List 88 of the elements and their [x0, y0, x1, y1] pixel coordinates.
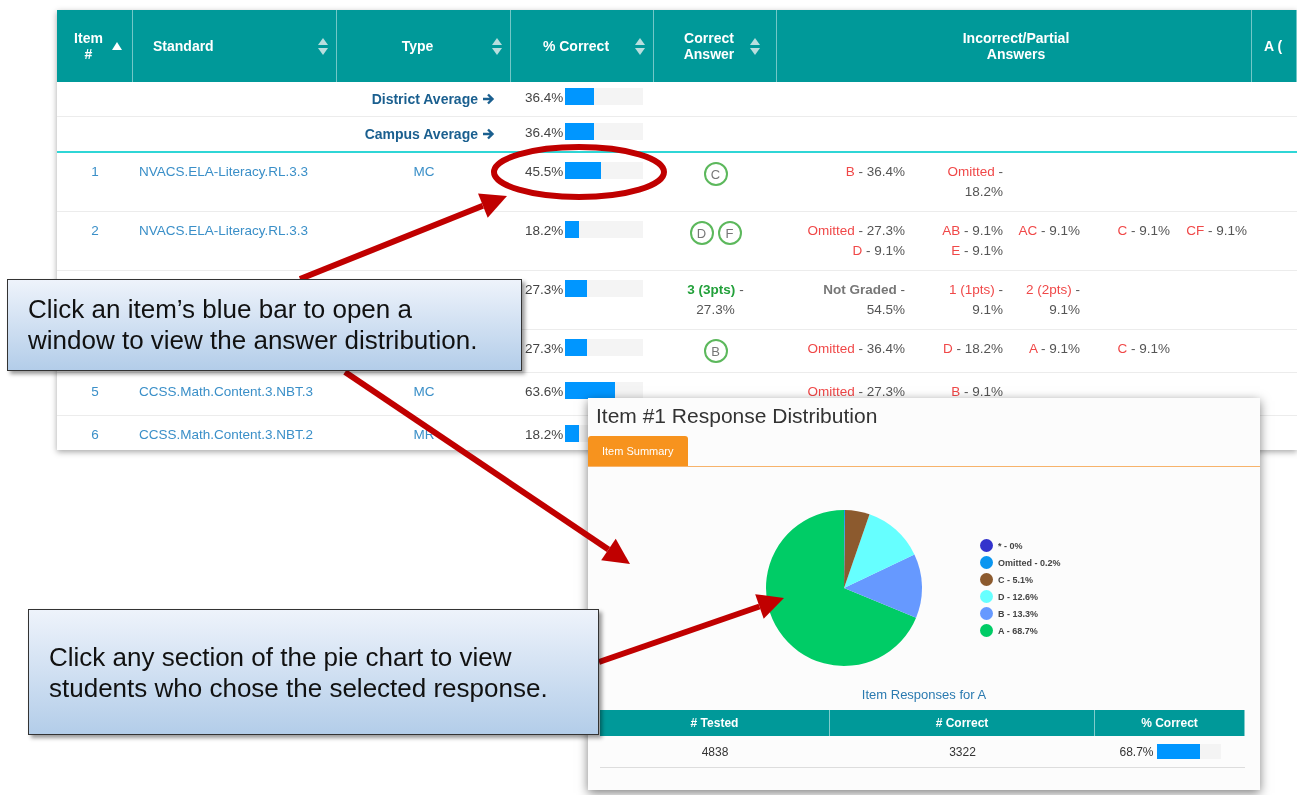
- answer-share: Omitted - 27.3%: [806, 383, 905, 401]
- chart-caption: Item Responses for A: [860, 687, 988, 702]
- pie-slice[interactable]: [844, 554, 922, 618]
- column-header: # Tested: [600, 710, 830, 736]
- standard-link[interactable]: CCSS.Math.Content.3.NBT.2: [139, 425, 314, 445]
- legend-label: Omitted - 0.2%: [998, 557, 1061, 568]
- item-type: MC: [413, 163, 435, 181]
- answer-share: D - 18.2%: [941, 340, 1003, 358]
- column-header: A (: [1252, 10, 1297, 82]
- answer-share: 2 (2pts) - 9.1%: [1024, 281, 1080, 319]
- pie-slice[interactable]: [844, 514, 915, 588]
- percent-value: 45.5%: [525, 163, 564, 181]
- standard-link[interactable]: NVACS.ELA-Literacy.RL.3.3: [139, 221, 309, 241]
- percent-bar-track[interactable]: [565, 280, 644, 297]
- percent-value: 27.3%: [525, 281, 564, 299]
- answer-share: A - 9.1%: [1027, 340, 1080, 358]
- answer-share: AC - 9.1%: [1017, 222, 1080, 240]
- legend-label: * - 0%: [998, 540, 1023, 551]
- percent-bar-track[interactable]: [565, 221, 644, 238]
- column-header: # Correct: [830, 710, 1095, 736]
- right-arrow-icon: [482, 128, 495, 140]
- percent-bar-track[interactable]: [565, 88, 644, 105]
- answer-share: B - 36.4%: [844, 163, 905, 181]
- answer-share: C - 9.1%: [1116, 222, 1170, 240]
- column-header: Incorrect/Partial Answers: [777, 10, 1252, 82]
- percent-value: 36.4%: [525, 89, 564, 107]
- column-header[interactable]: % Correct: [511, 10, 654, 82]
- correct-answer-circle: B: [703, 339, 728, 363]
- legend-label: C - 5.1%: [998, 574, 1033, 585]
- answer-share: E - 9.1%: [950, 242, 1003, 260]
- percent-bar-fill[interactable]: [565, 425, 580, 442]
- standard-link[interactable]: CCSS.Math.Content.3.NBT.3: [139, 382, 314, 402]
- percent-value: 36.4%: [525, 124, 564, 142]
- column-header[interactable]: Standard: [133, 10, 337, 82]
- answer-share: 1 (1pts) - 9.1%: [947, 281, 1003, 319]
- item-number-link[interactable]: 5: [91, 382, 99, 402]
- item-number-link[interactable]: 6: [91, 425, 99, 445]
- answer-share: C - 9.1%: [1116, 340, 1170, 358]
- stat-value: 4838: [701, 744, 729, 759]
- window-title: Item #1 Response Distribution: [595, 404, 879, 429]
- item-number-link[interactable]: 2: [91, 221, 99, 241]
- percent-bar-track[interactable]: [565, 123, 644, 140]
- answer-share: CF - 9.1%: [1185, 222, 1247, 240]
- sort-ascending-icon[interactable]: [111, 42, 122, 50]
- correct-answer-circle: F: [717, 221, 742, 245]
- percent-bar-fill[interactable]: [565, 382, 615, 399]
- sort-icon[interactable]: [750, 37, 760, 55]
- correct-answer-circle: D: [689, 221, 714, 245]
- answer-share: Not Graded - 54.5%: [822, 281, 905, 319]
- callout-text: Click an item’s blue bar to open a window to view the answer distribution.: [28, 294, 479, 356]
- percent-bar-track[interactable]: [565, 382, 644, 399]
- pie-slice[interactable]: [844, 510, 870, 588]
- legend-label: B - 13.3%: [998, 608, 1039, 619]
- average-link[interactable]: District Average: [371, 89, 478, 109]
- column-header[interactable]: Correct Answer: [654, 10, 777, 82]
- sort-icon[interactable]: [318, 37, 328, 55]
- percent-bar-fill[interactable]: [565, 221, 580, 238]
- percent-bar-track[interactable]: [565, 162, 644, 179]
- sort-icon[interactable]: [635, 37, 645, 55]
- percent-value: 63.6%: [525, 383, 564, 401]
- item-type: MC: [413, 383, 435, 401]
- answer-share: Omitted - 18.2%: [946, 163, 1003, 201]
- percent-bar-track[interactable]: [565, 339, 644, 356]
- percent-value: 18.2%: [525, 426, 564, 444]
- answer-share: D - 9.1%: [851, 242, 905, 260]
- column-header[interactable]: Type: [337, 10, 511, 82]
- average-link[interactable]: Campus Average: [364, 124, 478, 144]
- percent-value: 18.2%: [525, 222, 564, 240]
- callout-text: Click any section of the pie chart to view students who chose the selected response.: [49, 642, 549, 704]
- column-header: % Correct: [1095, 710, 1245, 736]
- legend-label: D - 12.6%: [998, 591, 1039, 602]
- answer-share: B - 9.1%: [950, 383, 1003, 401]
- right-arrow-icon: [482, 93, 495, 105]
- answer-share: Omitted - 27.3%: [806, 222, 905, 240]
- column-header[interactable]: Item #: [57, 10, 133, 82]
- item-number-link[interactable]: 1: [91, 162, 99, 182]
- standard-link[interactable]: NVACS.ELA-Literacy.RL.3.3: [139, 162, 309, 182]
- answer-share: Omitted - 36.4%: [806, 340, 905, 358]
- correct-answer-circle: C: [703, 162, 728, 186]
- stat-value: 68.7%: [1119, 744, 1154, 759]
- stat-value: 3322: [949, 744, 976, 759]
- correct-answer-share: 3 (3pts) - 27.3%: [686, 281, 745, 319]
- legend-label: A - 68.7%: [998, 625, 1038, 636]
- sort-icon[interactable]: [492, 37, 502, 55]
- tab[interactable]: Item Summary: [588, 436, 688, 466]
- answer-share: AB - 9.1%: [941, 222, 1003, 240]
- percent-value: 27.3%: [525, 340, 564, 358]
- pie-slice[interactable]: [766, 510, 917, 666]
